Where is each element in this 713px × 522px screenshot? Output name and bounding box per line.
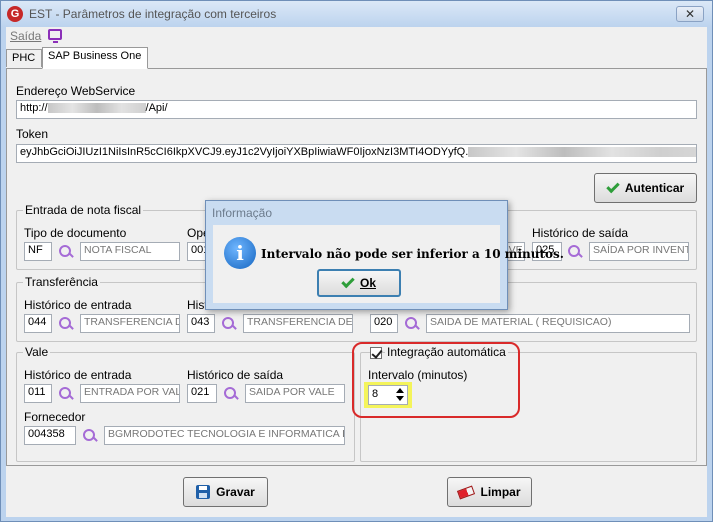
- vale-hist-saida-label: Histórico de saída: [187, 368, 284, 382]
- transf-hist-entrada-code[interactable]: 044: [24, 314, 52, 333]
- search-icon[interactable]: [83, 429, 97, 443]
- search-icon[interactable]: [59, 245, 73, 259]
- historico-saida-desc: SAÍDA POR INVENT: [589, 242, 689, 261]
- dialog-body: i Intervalo não pode ser inferior a 10 m…: [213, 225, 564, 303]
- tipo-documento-code[interactable]: NF: [24, 242, 52, 261]
- clear-label: Limpar: [480, 485, 521, 499]
- transf-hist-saida-desc: TRANSFERENCIA DE: [243, 314, 353, 333]
- fornecedor-label: Fornecedor: [24, 410, 86, 424]
- check-icon: [606, 179, 620, 193]
- authenticate-label: Autenticar: [624, 181, 685, 195]
- clear-button[interactable]: Limpar: [447, 477, 532, 507]
- group-transferencia-title: Transferência: [23, 275, 100, 289]
- search-icon[interactable]: [405, 317, 419, 331]
- group-vale: Vale Histórico de entrada 011 ENTRADA PO…: [16, 345, 355, 462]
- token-label: Token: [16, 127, 49, 141]
- vale-hist-entrada-code[interactable]: 011: [24, 384, 52, 403]
- transf-right-desc: SAIDA DE MATERIAL ( REQUISICAO): [426, 314, 690, 333]
- transf-hist-entrada-desc: TRANSFERENCIA DE: [80, 314, 180, 333]
- tipo-documento-label: Tipo de documento: [24, 226, 127, 240]
- ok-label: Ok: [359, 276, 376, 290]
- app-logo-icon: G: [7, 6, 23, 22]
- close-button[interactable]: ✕: [676, 6, 704, 22]
- vale-hist-entrada-desc: ENTRADA POR VALE: [80, 384, 180, 403]
- menu-exit[interactable]: Saída: [10, 29, 41, 43]
- info-dialog: Informação i Intervalo não pode ser infe…: [205, 200, 564, 310]
- info-icon: i: [224, 237, 256, 269]
- vale-hist-saida-desc: SAIDA POR VALE: [245, 384, 345, 403]
- webservice-input[interactable]: http:// /Api/: [16, 100, 697, 119]
- title-bar: G EST - Parâmetros de integração com ter…: [1, 1, 712, 27]
- ok-button[interactable]: Ok: [317, 269, 401, 297]
- tipo-documento-desc: NOTA FISCAL: [80, 242, 180, 261]
- save-button[interactable]: Gravar: [183, 477, 268, 507]
- check-icon: [341, 274, 355, 288]
- floppy-disk-icon: [196, 485, 211, 499]
- dialog-title: Informação: [212, 206, 273, 220]
- search-icon[interactable]: [59, 387, 73, 401]
- authenticate-button[interactable]: Autenticar: [594, 173, 697, 203]
- eraser-icon: [457, 485, 476, 499]
- search-icon[interactable]: [224, 387, 238, 401]
- search-icon[interactable]: [222, 317, 236, 331]
- redacted-host: [47, 103, 146, 114]
- token-input[interactable]: eyJhbGciOiJIUzI1NiIsInR5cCI6IkpXVCJ9.eyJ…: [16, 144, 697, 163]
- window-title: EST - Parâmetros de integração com terce…: [29, 7, 277, 21]
- search-icon[interactable]: [59, 317, 73, 331]
- redacted-token: [468, 147, 696, 158]
- fornecedor-code[interactable]: 004358: [24, 426, 76, 445]
- dialog-message: Intervalo não pode ser inferior a 10 min…: [261, 247, 564, 261]
- tab-sap-business-one[interactable]: SAP Business One: [42, 47, 148, 69]
- webservice-suffix: /Api/: [145, 102, 168, 114]
- fornecedor-desc: BGMRODOTEC TECNOLOGIA E INFORMATICA LT: [104, 426, 345, 445]
- monitor-icon[interactable]: [48, 29, 62, 43]
- historico-saida-label: Histórico de saída: [532, 226, 629, 240]
- transf-hist-saida-code[interactable]: 043: [187, 314, 215, 333]
- save-label: Gravar: [216, 485, 255, 499]
- group-entrada-nota-title: Entrada de nota fiscal: [23, 203, 144, 217]
- webservice-label: Endereço WebService: [16, 84, 136, 98]
- token-value: eyJhbGciOiJIUzI1NiIsInR5cCI6IkpXVCJ9.eyJ…: [20, 146, 469, 158]
- tab-phc[interactable]: PHC: [6, 49, 42, 67]
- group-vale-title: Vale: [23, 345, 51, 359]
- menu-bar: Saída: [6, 27, 707, 45]
- red-annotation-outline: [352, 342, 520, 418]
- search-icon[interactable]: [568, 245, 582, 259]
- transf-hist-entrada-label: Histórico de entrada: [24, 298, 132, 312]
- transf-right-code[interactable]: 020: [370, 314, 398, 333]
- vale-hist-saida-code[interactable]: 021: [187, 384, 217, 403]
- webservice-prefix: http://: [20, 102, 48, 114]
- vale-hist-entrada-label: Histórico de entrada: [24, 368, 132, 382]
